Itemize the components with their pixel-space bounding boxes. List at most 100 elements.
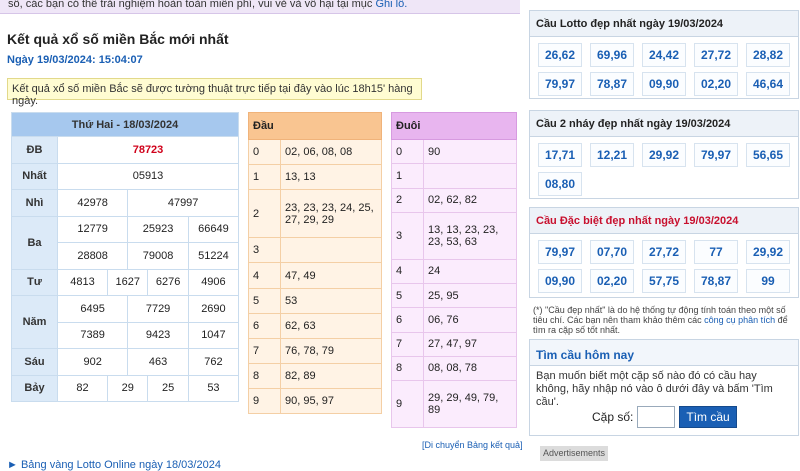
prize-value: 79008 [127,242,189,270]
digit-cell: 1 [248,164,281,191]
number-chip[interactable]: 27,72 [694,43,738,67]
disclaimer-note: (*) "Cầu đẹp nhất" là do hệ thống tự độn… [533,305,798,335]
table-row: 8 82, 89 [248,362,382,389]
digit-cell: 7 [391,331,424,357]
find-pair-panel: Tìm cầu hôm nay Bạn muốn biết một cặp số… [529,339,799,436]
number-chip[interactable]: 57,75 [642,269,686,293]
number-chip[interactable]: 29,92 [746,240,790,264]
numbers-cell: 53 [280,287,382,314]
digit-cell: 3 [248,237,281,264]
number-chip[interactable]: 79,97 [538,72,582,96]
digit-cell: 8 [391,355,424,382]
table-row: 1 13, 13 [248,164,382,191]
table-row: ĐB 78723 [11,136,239,164]
digit-cell: 7 [248,337,281,364]
number-chip[interactable]: 07,70 [590,240,634,264]
prize-value: 6276 [147,268,189,296]
table-row: 9 90, 95, 97 [248,387,382,415]
prize-label: Tư [11,268,58,296]
prize-value: 4813 [56,268,109,296]
prize-value: 28808 [56,242,129,270]
digit-cell: 9 [248,387,281,415]
number-chip[interactable]: 99 [746,269,790,293]
duoi-table: Đuôi 0 90 1 2 02, 62, 82 3 13, 13, 23, 23, … [391,112,517,428]
numbers-cell: 06, 76 [423,307,517,333]
digit-cell: 4 [391,258,424,284]
table-row: 5 53 [248,287,382,314]
panel-title: Cầu 2 nháy đẹp nhất ngày 19/03/2024 [530,111,798,137]
number-chip[interactable]: 56,65 [746,143,790,167]
table-row: 0 02, 06, 08, 08 [248,138,382,166]
dau-header: Đầu [248,112,382,140]
number-chip[interactable]: 46,64 [746,72,790,96]
numbers-cell: 47, 49 [280,262,382,289]
digit-cell: 6 [248,312,281,339]
table-row: 6 06, 76 [391,307,517,333]
numbers-cell: 62, 63 [280,312,382,339]
table-row: 3 13, 13, 23, 23, 23, 53, 63 [391,211,517,260]
prize-value: 12779 [56,215,129,243]
special-prize-value: 78723 [57,136,239,164]
find-button[interactable]: Tìm cầu [679,406,737,428]
table-row: 7 27, 47, 97 [391,331,517,357]
number-chip[interactable]: 02,20 [590,269,634,293]
prize-value: 66649 [187,215,240,243]
table-row: 3 [248,237,382,264]
numbers-cell: 90 [423,138,517,165]
number-chip[interactable]: 78,87 [694,269,738,293]
digit-cell: 6 [391,307,424,333]
prize-value: 29 [107,374,149,402]
ghi-lo-link[interactable]: Ghi lô. [376,0,408,10]
digit-cell: 9 [391,380,424,428]
prize-label: Nhất [11,162,58,190]
number-chip[interactable]: 77 [694,240,738,264]
analysis-tools-link[interactable]: công cụ phân tích [704,315,775,325]
number-chip[interactable]: 69,96 [590,43,634,67]
number-chip[interactable]: 27,72 [642,240,686,264]
number-chip[interactable]: 12,21 [590,143,634,167]
top-notice-text: số, các bạn có thể trải nghiệm hoàn toàn… [8,0,376,10]
top-notice: số, các bạn có thể trải nghiệm hoàn toàn… [0,0,520,14]
table-row: 2 23, 23, 23, 24, 25, 27, 29, 29 [248,189,382,239]
numbers-cell: 24 [423,258,517,284]
pair-input[interactable] [637,406,676,428]
number-chip[interactable]: 29,92 [642,143,686,167]
live-notice: Kết quả xổ số miền Bắc sẽ được tường thu… [7,78,422,107]
number-chip[interactable]: 78,87 [590,72,634,96]
prize-value: 25923 [127,215,189,243]
prize-value: 1627 [107,268,149,296]
table-row: 9 29, 29, 49, 79, 89 [391,380,517,428]
numbers-cell: 29, 29, 49, 79, 89 [423,380,517,428]
chip-list: 17,71 12,21 29,92 79,97 56,65 08,80 [530,137,798,199]
table-row: Tư 4813 1627 6276 4906 [11,268,240,296]
prize-label: Nhì [11,189,58,217]
table-row: Năm 6495 7729 2690 [11,295,240,349]
prize-value: 25 [147,374,189,402]
table-row: Ba 12779 25923 66649 [11,215,240,270]
prize-value: 53 [187,374,240,402]
prize-value: 6495 [56,295,129,323]
number-chip[interactable]: 02,20 [694,72,738,96]
digit-cell: 1 [391,163,424,189]
number-chip[interactable]: 24,42 [642,43,686,67]
lotto-panel: Cầu Lotto đẹp nhất ngày 19/03/2024 26,62… [529,10,799,99]
result-date: Ngày 19/03/2024: 15:04:07 [7,54,143,66]
number-chip[interactable]: 26,62 [538,43,582,67]
digit-cell: 3 [391,211,424,260]
number-chip[interactable]: 08,80 [538,172,582,196]
panel-title: Cầu Đặc biệt đẹp nhất ngày 19/03/2024 [530,208,798,234]
lotto-online-link[interactable]: ► Bảng vàng Lotto Online ngày 18/03/2024 [7,459,221,471]
results-table: Thứ Hai - 18/03/2024 ĐB 78723 Nhất 05913… [11,112,240,402]
prize-value: 05913 [57,162,239,190]
number-chip[interactable]: 17,71 [538,143,582,167]
prize-value: 762 [187,348,240,376]
number-chip[interactable]: 09,90 [642,72,686,96]
number-chip[interactable]: 79,97 [694,143,738,167]
digit-cell: 2 [391,187,424,213]
table-row: Nhất 05913 [11,162,239,190]
move-table-link[interactable]: [Di chuyển Bảng kết quả] [422,440,523,450]
number-chip[interactable]: 09,90 [538,269,582,293]
number-chip[interactable]: 28,82 [746,43,790,67]
number-chip[interactable]: 79,97 [538,240,582,264]
prize-value: 42978 [56,189,129,217]
